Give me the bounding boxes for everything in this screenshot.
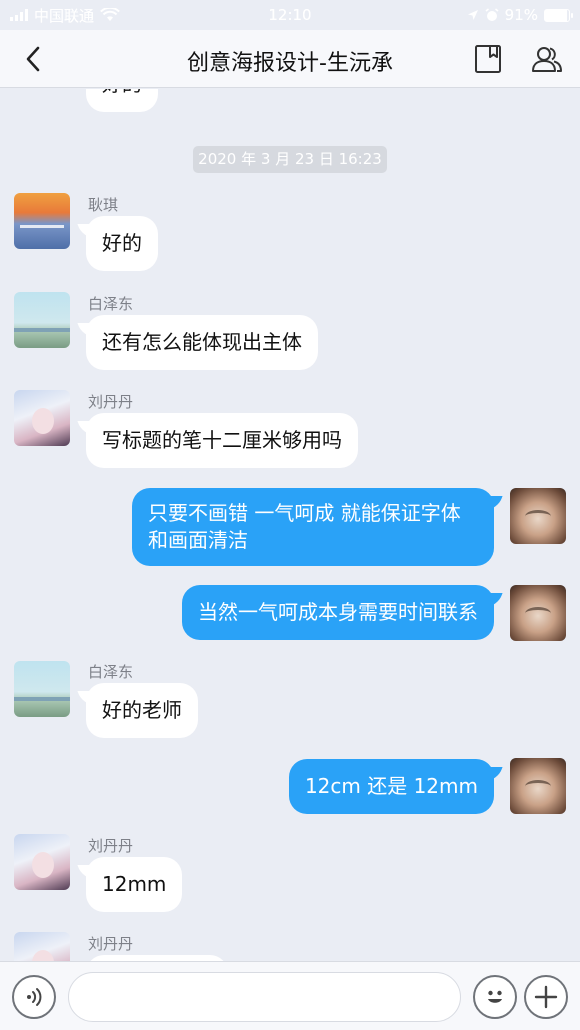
avatar[interactable] — [14, 390, 70, 446]
avatar[interactable] — [510, 488, 566, 544]
message-text: 只要不画错 一气呵成 就能保证字体和画面清洁 — [148, 501, 461, 552]
message-bubble[interactable]: 12mm — [86, 857, 183, 912]
message-bubble-outgoing[interactable]: 12cm 还是 12mm — [288, 759, 494, 814]
message-bubble[interactable]: 写标题的笔十二厘米够用吗 — [86, 413, 358, 468]
book-icon — [475, 45, 501, 73]
avatar[interactable] — [510, 758, 566, 814]
message-bubble-partial[interactable]: 好的 — [86, 89, 158, 112]
back-button[interactable] — [18, 44, 48, 74]
voice-input-button[interactable] — [12, 975, 56, 1019]
avatar[interactable] — [14, 193, 70, 249]
message-text: 好的 — [102, 231, 142, 255]
message-text: 写标题的笔十二厘米够用吗 — [102, 428, 342, 452]
message-input[interactable] — [68, 972, 461, 1022]
chevron-left-icon — [26, 46, 40, 72]
voice-icon — [27, 988, 42, 1006]
message-bubble-outgoing[interactable]: 只要不画错 一气呵成 就能保证字体和画面清洁 — [132, 488, 494, 566]
emoji-button[interactable] — [473, 975, 517, 1019]
input-bar — [0, 961, 580, 1030]
battery-fill — [545, 9, 567, 21]
message-bubble[interactable]: 还有怎么能体现出主体 — [86, 315, 318, 370]
group-icon — [532, 47, 562, 72]
sender-name: 刘丹丹 — [88, 393, 134, 411]
sender-name: 刘丹丹 — [88, 837, 134, 855]
message-text: 12cm 还是 12mm — [304, 774, 478, 798]
message-bubble[interactable]: 好的老师 — [86, 683, 198, 738]
chat-timestamp: 2020 年 3 月 23 日 16:23 — [193, 146, 387, 173]
avatar[interactable] — [14, 834, 70, 890]
sender-name: 白泽东 — [88, 663, 134, 681]
message-text: 好的老师 — [102, 698, 182, 722]
message-text: 12mm — [102, 872, 167, 896]
sender-name: 耿琪 — [88, 196, 119, 214]
message-text: 当然一气呵成本身需要时间联系 — [198, 600, 478, 624]
avatar[interactable] — [14, 661, 70, 717]
status-bar: 中国联通 12:10 91% — [0, 0, 580, 30]
chat-message-list[interactable]: 好的 2020 年 3 月 23 日 16:23 耿琪 好的 白泽东 还有怎么能… — [0, 89, 580, 961]
nav-bar: 创意海报设计-生沅承 — [0, 30, 580, 88]
sender-name: 刘丹丹 — [88, 935, 134, 953]
smiley-icon — [488, 990, 502, 1003]
avatar[interactable] — [14, 292, 70, 348]
message-text: 好的 — [102, 89, 142, 96]
group-members-button[interactable] — [531, 43, 563, 75]
battery-icon — [544, 8, 573, 22]
group-files-button[interactable] — [472, 43, 504, 75]
avatar[interactable] — [14, 932, 70, 961]
sender-name: 白泽东 — [88, 295, 134, 313]
chat-title: 创意海报设计-生沅承 — [187, 51, 393, 76]
message-bubble-outgoing[interactable]: 当然一气呵成本身需要时间联系 — [182, 585, 494, 640]
message-bubble[interactable]: 好的 — [86, 216, 158, 271]
plus-icon — [534, 985, 558, 1009]
avatar[interactable] — [510, 585, 566, 641]
more-options-button[interactable] — [524, 975, 568, 1019]
clock: 12:10 — [268, 6, 312, 24]
message-text: 还有怎么能体现出主体 — [102, 330, 302, 354]
